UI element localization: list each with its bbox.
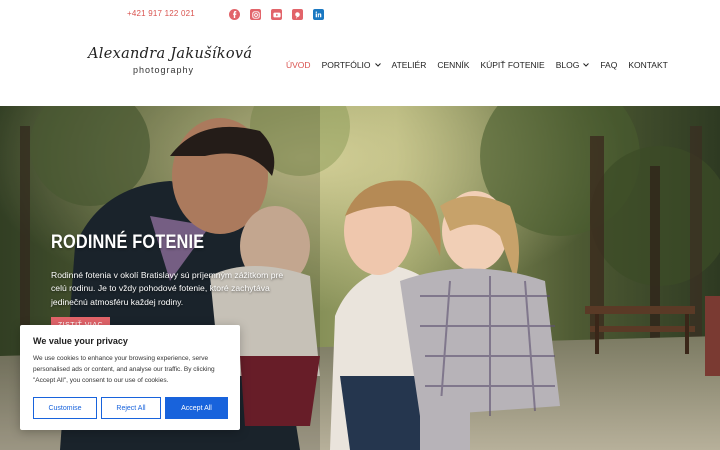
nav-label: KONTAKT — [628, 60, 668, 70]
top-bar: +421 917 122 021 — [0, 0, 720, 28]
chevron-down-icon — [583, 63, 590, 67]
accept-all-button[interactable]: Accept All — [165, 397, 228, 419]
cookie-title: We value your privacy — [33, 336, 128, 346]
reject-all-button[interactable]: Reject All — [101, 397, 161, 419]
social-links — [229, 9, 324, 20]
nav-item-kupit-fotenie[interactable]: KÚPIŤ FOTENIE — [480, 60, 544, 70]
cookie-consent-dialog: We value your privacy We use cookies to … — [20, 325, 240, 430]
logo-subtitle: photography — [133, 65, 195, 75]
nav-label: BLOG — [555, 60, 580, 70]
site-header: Alexandra Jakušíková photography ÚVOD PO… — [0, 28, 720, 106]
nav-item-uvod[interactable]: ÚVOD — [286, 60, 311, 70]
linkedin-icon[interactable] — [313, 9, 324, 20]
pinterest-icon[interactable] — [292, 9, 303, 20]
instagram-icon[interactable] — [250, 9, 261, 20]
youtube-icon[interactable] — [271, 9, 282, 20]
nav-item-faq[interactable]: FAQ — [600, 60, 617, 70]
nav-label: CENNÍK — [437, 60, 470, 70]
hero-title: RODINNÉ FOTENIE — [51, 232, 205, 253]
nav-label: ÚVOD — [286, 60, 311, 70]
cookie-buttons: Customise Reject All Accept All — [33, 397, 228, 419]
nav-item-blog[interactable]: BLOG — [556, 60, 590, 70]
facebook-icon[interactable] — [229, 9, 240, 20]
nav-label: ATELIÉR — [391, 60, 427, 70]
hero-text: Rodinné fotenia v okolí Bratislavy sú pr… — [51, 270, 284, 307]
chevron-down-icon — [374, 63, 381, 67]
cookie-text: We use cookies to enhance your browsing … — [33, 355, 215, 385]
nav-item-kontakt[interactable]: KONTAKT — [628, 60, 668, 70]
nav-item-portfolio[interactable]: PORTFÓLIO — [322, 60, 381, 70]
nav-label: KÚPIŤ FOTENIE — [480, 60, 545, 70]
nav-item-cennik[interactable]: CENNÍK — [437, 60, 469, 70]
main-nav: ÚVOD PORTFÓLIO ATELIÉR CENNÍK KÚPIŤ FOTE… — [286, 60, 679, 70]
site-logo[interactable]: Alexandra Jakušíková photography — [88, 46, 253, 75]
nav-label: FAQ — [600, 60, 618, 70]
nav-label: PORTFÓLIO — [321, 60, 371, 70]
nav-item-atelier[interactable]: ATELIÉR — [392, 60, 427, 70]
phone-number[interactable]: +421 917 122 021 — [127, 9, 195, 18]
logo-name: Alexandra Jakušíková — [88, 46, 253, 62]
customise-button[interactable]: Customise — [33, 397, 97, 419]
